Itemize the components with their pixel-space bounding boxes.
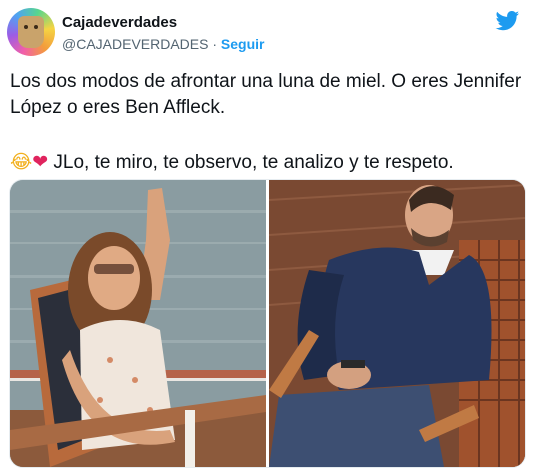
media-grid: [9, 179, 526, 468]
photo-right-scene: [269, 180, 525, 467]
tweet-card: Cajadeverdades @CAJADEVERDADES · Seguir …: [0, 0, 539, 469]
author-handle[interactable]: @CAJADEVERDADES: [62, 36, 208, 52]
laughing-crying-emoji-icon: 😂: [10, 151, 33, 173]
follow-button[interactable]: Seguir: [221, 36, 265, 52]
author-display-name[interactable]: Cajadeverdades: [62, 14, 177, 32]
photo-left-scene: [10, 180, 266, 467]
twitter-bird-icon[interactable]: [495, 11, 520, 31]
tweet-text-line-2: 😂❤ JLo, te miro, te observo, te analizo …: [10, 149, 525, 176]
author-handle-row: @CAJADEVERDADES · Seguir: [62, 35, 265, 53]
tweet-text: Los dos modos de afrontar una luna de mi…: [10, 69, 525, 176]
red-heart-emoji-icon: ❤: [32, 151, 49, 173]
avatar[interactable]: [7, 8, 55, 56]
handle-separator: ·: [212, 36, 218, 52]
tweet-text-line-2-content: JLo, te miro, te observo, te analizo y t…: [48, 152, 454, 173]
avatar-box-character: [18, 16, 44, 48]
tweet-text-line-1: Los dos modos de afrontar una luna de mi…: [10, 71, 522, 118]
photo-ben-affleck[interactable]: [269, 180, 525, 467]
photo-jennifer-lopez[interactable]: [10, 180, 266, 467]
